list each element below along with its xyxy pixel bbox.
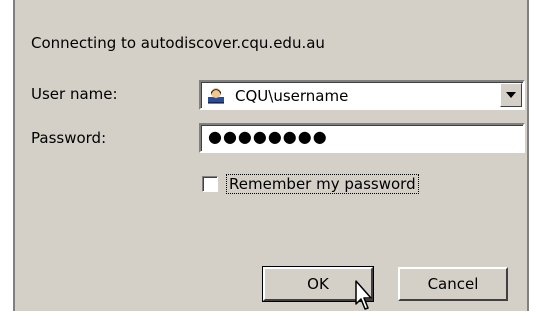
remember-password-checkbox[interactable] [202, 176, 218, 192]
mouse-cursor-icon [354, 280, 376, 312]
remember-password-label[interactable]: Remember my password [226, 174, 419, 194]
connecting-text: Connecting to autodiscover.cqu.edu.au [31, 34, 325, 52]
password-value: ●●●●●●●● [208, 127, 328, 146]
user-name-combobox[interactable]: CQU\username [199, 80, 525, 110]
user-icon [207, 86, 225, 104]
user-name-value: CQU\username [235, 87, 349, 105]
password-label: Password: [31, 129, 107, 147]
user-name-label: User name: [31, 85, 118, 103]
dialog-content: Connecting to autodiscover.cqu.edu.au Us… [15, 0, 527, 311]
credential-dialog: Connecting to autodiscover.cqu.edu.au Us… [0, 0, 539, 311]
password-field[interactable]: ●●●●●●●● [199, 123, 525, 153]
chevron-down-icon [506, 92, 516, 98]
cancel-button[interactable]: Cancel [398, 267, 508, 301]
dialog-right-frame [527, 0, 539, 311]
user-name-dropdown-button[interactable] [500, 83, 522, 107]
dialog-left-frame [0, 0, 15, 311]
